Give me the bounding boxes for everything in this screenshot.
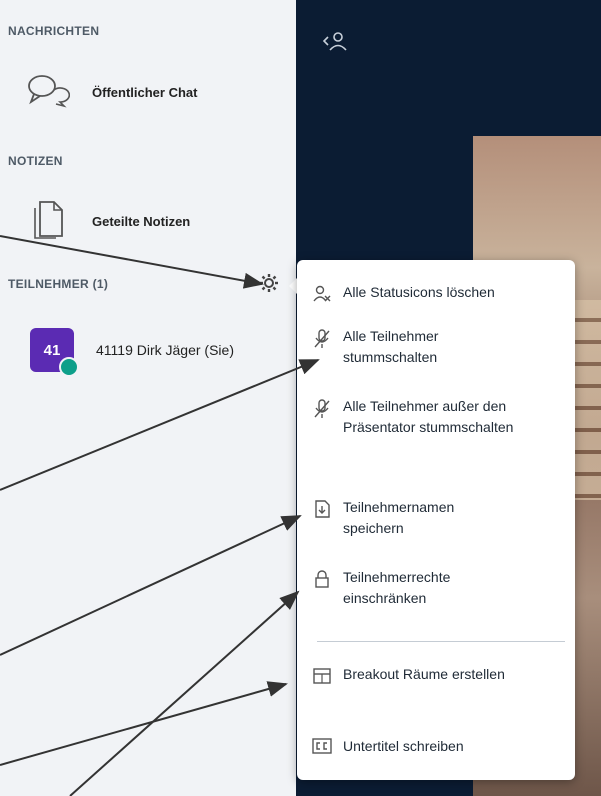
participants-settings-gear-icon[interactable] <box>258 272 280 299</box>
menu-item-lock-settings[interactable]: Teilnehmerrechte einschränken <box>311 567 565 609</box>
participant-name: 41119 Dirk Jäger (Sie) <box>96 342 234 358</box>
menu-item-mute-all[interactable]: Alle Teilnehmer stummschalten <box>311 326 565 368</box>
participants-options-menu: Alle Statusicons löschen Alle Teilnehmer… <box>297 260 575 780</box>
menu-item-breakout-rooms[interactable]: Breakout Räume erstellen <box>311 664 565 686</box>
breakout-rooms-icon <box>311 664 333 686</box>
lock-icon <box>311 567 333 589</box>
avatar-initials: 41 <box>43 341 61 359</box>
closed-captions-icon <box>311 736 333 754</box>
save-file-icon <box>311 497 333 519</box>
menu-item-label: Breakout Räume erstellen <box>343 666 505 682</box>
public-chat-item[interactable]: Öffentlicher Chat <box>26 72 197 113</box>
menu-item-label: Teilnehmerrechte einschränken <box>343 569 451 606</box>
user-list-toggle-icon[interactable] <box>322 30 350 57</box>
messages-section-label: NACHRICHTEN <box>8 24 100 38</box>
menu-item-captions[interactable]: Untertitel schreiben <box>311 736 565 757</box>
shared-notes-label: Geteilte Notizen <box>92 214 191 229</box>
notes-section-label: NOTIZEN <box>8 154 63 168</box>
participant-row[interactable]: 41 41119 Dirk Jäger (Sie) <box>30 328 234 377</box>
presenter-status-icon <box>59 357 79 377</box>
menu-divider <box>317 641 565 642</box>
menu-item-clear-status[interactable]: Alle Statusicons löschen <box>311 282 565 304</box>
avatar: 41 <box>30 328 79 377</box>
participants-section-label: TEILNEHMER (1) <box>8 277 109 291</box>
mute-icon <box>311 326 333 350</box>
menu-item-mute-all-except-presenter[interactable]: Alle Teilnehmer außer den Präsentator st… <box>311 396 565 438</box>
menu-item-label: Untertitel schreiben <box>343 738 464 754</box>
chat-icon <box>26 72 71 113</box>
public-chat-label: Öffentlicher Chat <box>92 85 198 100</box>
menu-item-label: Alle Teilnehmer stummschalten <box>343 328 439 365</box>
shared-notes-item[interactable]: Geteilte Notizen <box>30 198 190 245</box>
sidebar: NACHRICHTEN Öffentlicher Chat NOTIZEN Ge… <box>0 0 296 796</box>
menu-item-save-names[interactable]: Teilnehmernamen speichern <box>311 497 565 539</box>
menu-item-label: Alle Statusicons löschen <box>343 284 495 300</box>
menu-item-label: Teilnehmernamen speichern <box>343 499 455 536</box>
mute-except-presenter-icon <box>311 396 333 420</box>
notes-icon <box>30 198 66 245</box>
menu-item-label: Alle Teilnehmer außer den Präsentator st… <box>343 398 514 435</box>
clear-status-icon <box>311 282 333 304</box>
